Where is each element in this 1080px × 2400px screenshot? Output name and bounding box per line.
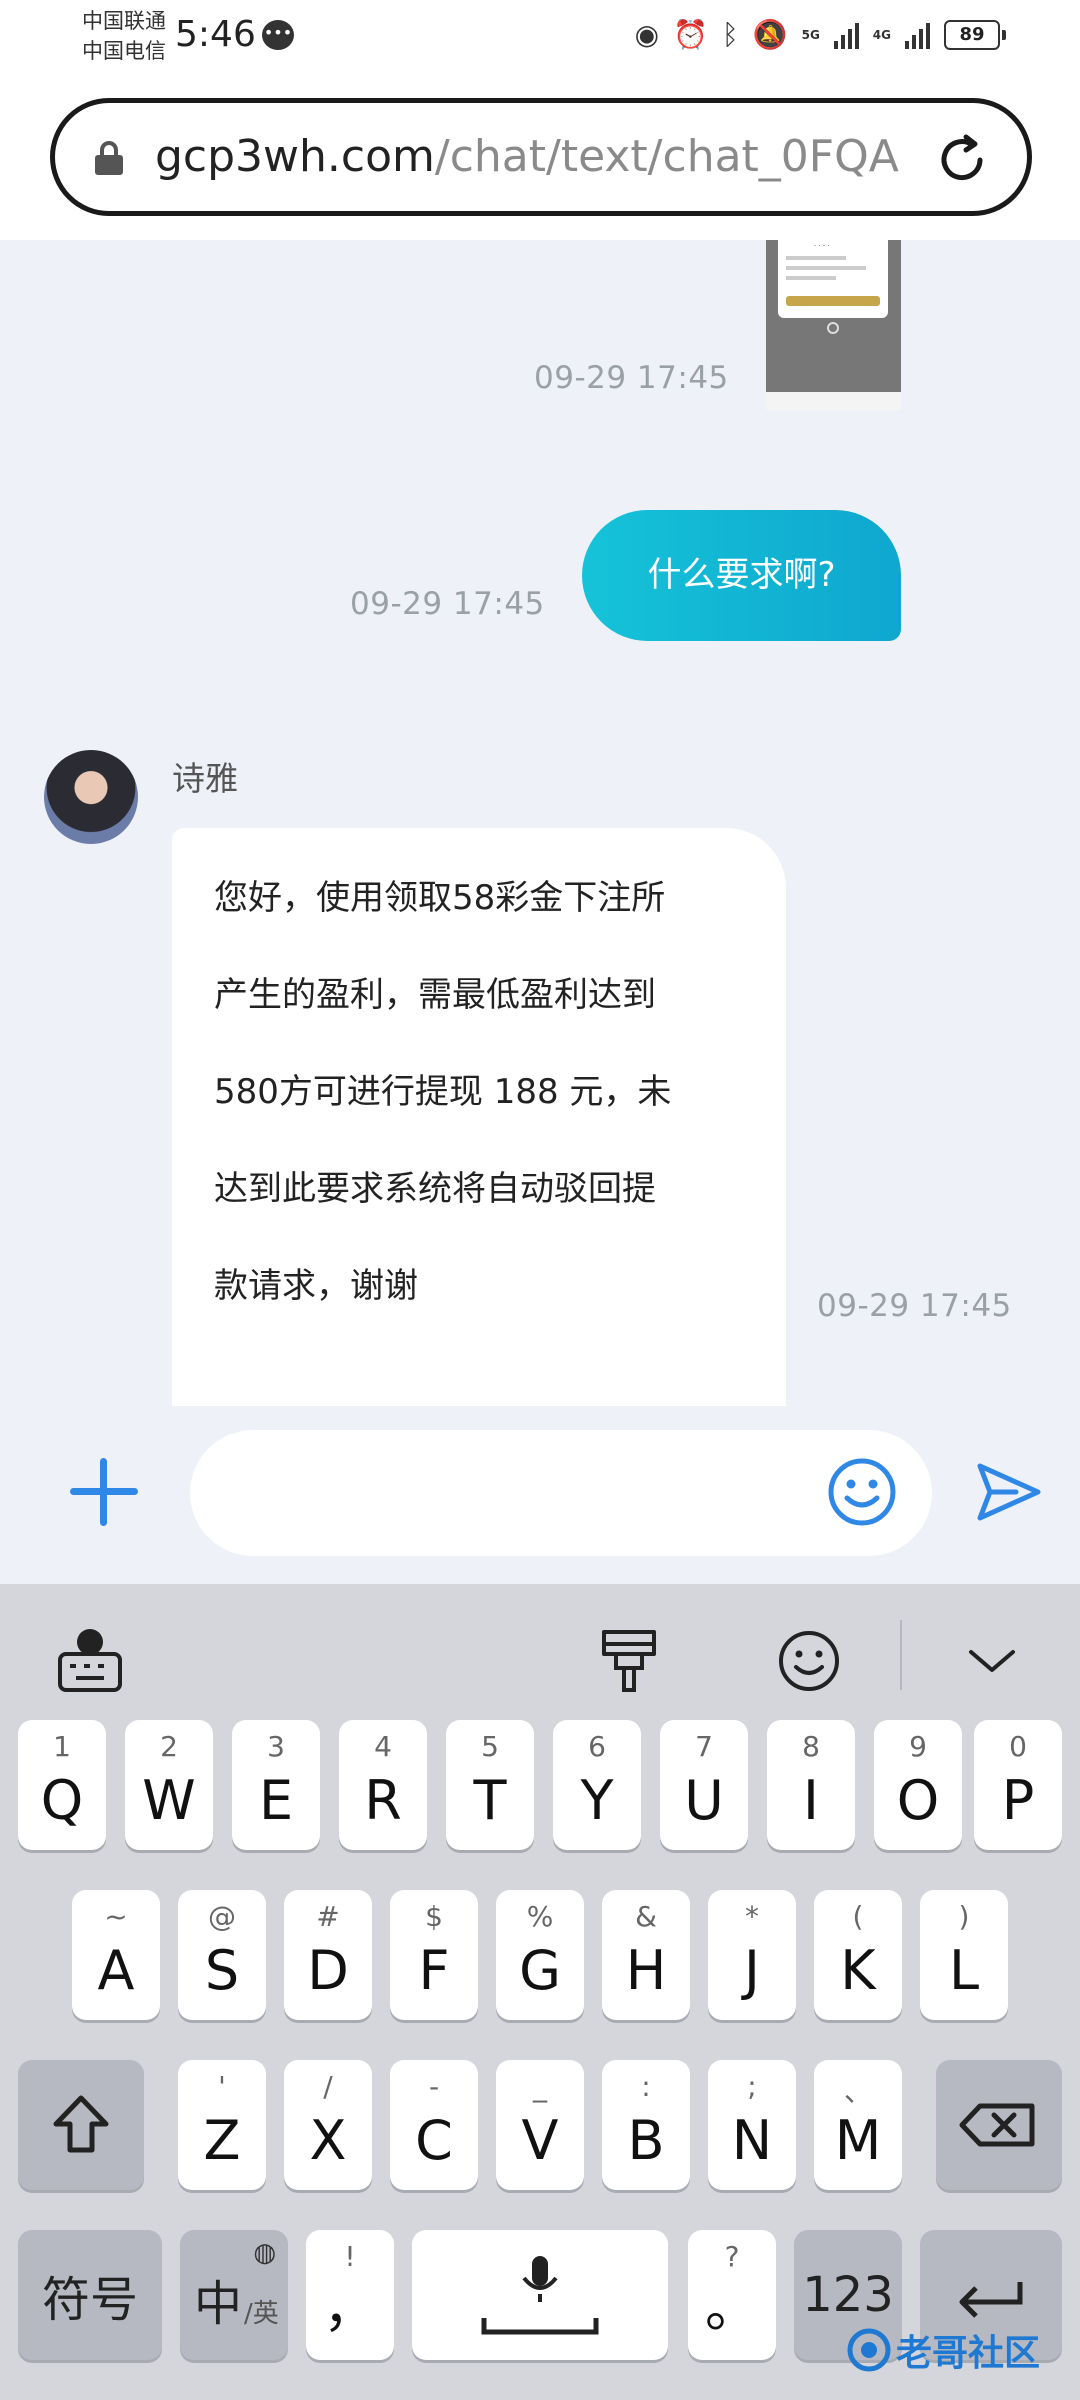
shift-key[interactable] bbox=[18, 2060, 144, 2190]
message-timestamp: 09-29 17:45 bbox=[817, 1288, 1012, 1324]
mute-bell-icon: 🔕 bbox=[752, 18, 788, 51]
avatar[interactable] bbox=[44, 750, 138, 844]
key-j[interactable]: * J bbox=[708, 1890, 796, 2020]
incoming-message-bubble[interactable]: 您好，使用领取58彩金下注所 产生的盈利，需最低盈利达到 580方可进行提现 1… bbox=[172, 828, 786, 1406]
browser-toolbar: gcp3wh.com/chat/text/chat_0FQA bbox=[0, 72, 1080, 240]
signal-bars-2-icon bbox=[905, 21, 930, 49]
key-r[interactable]: 4R bbox=[339, 1720, 427, 1850]
keyboard-language-icon[interactable] bbox=[54, 1624, 128, 1698]
language-switch-key[interactable]: ◍ 中 /英 bbox=[180, 2230, 288, 2360]
add-attachment-icon[interactable] bbox=[68, 1456, 140, 1528]
key-c[interactable]: -C bbox=[390, 2060, 478, 2190]
url-text[interactable]: gcp3wh.com/chat/text/chat_0FQA bbox=[155, 127, 945, 187]
status-bar: 中国联通 中国电信 5:46 ••• ◉ ⏰ ᛒ 🔕 5G 4G 89 bbox=[0, 0, 1080, 72]
key-a[interactable]: ~ A bbox=[72, 1890, 160, 2020]
eye-icon: ◉ bbox=[634, 18, 660, 51]
key-m[interactable]: 、 M bbox=[814, 2060, 902, 2190]
reload-icon[interactable] bbox=[933, 131, 991, 189]
signal-bars-1-icon bbox=[833, 21, 859, 49]
backspace-icon bbox=[959, 2103, 1035, 2147]
key-s[interactable]: @ S bbox=[178, 1890, 266, 2020]
globe-icon: ◍ bbox=[253, 2238, 276, 2268]
carrier-2: 中国电信 bbox=[82, 39, 166, 63]
key-z[interactable]: ' Z bbox=[178, 2060, 266, 2190]
key-v[interactable]: _ V bbox=[496, 2060, 584, 2190]
message-timestamp: 09-29 17:45 bbox=[534, 360, 729, 396]
key-t[interactable]: 5T bbox=[446, 1720, 534, 1850]
url-host: gcp3wh.com bbox=[155, 131, 435, 182]
url-path: /chat/text/chat_0FQA bbox=[434, 131, 899, 182]
key-f[interactable]: $ F bbox=[390, 1890, 478, 2020]
url-bar[interactable]: gcp3wh.com/chat/text/chat_0FQA bbox=[50, 98, 1032, 216]
key-p[interactable]: 0P bbox=[974, 1720, 1062, 1850]
message-line: 产生的盈利，需最低盈利达到 bbox=[214, 975, 656, 1015]
key-h[interactable]: & H bbox=[602, 1890, 690, 2020]
key-i[interactable]: 8I bbox=[767, 1720, 855, 1850]
microphone-icon bbox=[481, 2256, 599, 2335]
outgoing-message-bubble[interactable]: 什么要求啊? bbox=[582, 510, 901, 641]
message-line: 达到此要求系统将自动驳回提 bbox=[214, 1169, 656, 1209]
send-icon[interactable] bbox=[972, 1456, 1044, 1528]
key-w[interactable]: 2W bbox=[125, 1720, 213, 1850]
key-d[interactable]: # D bbox=[284, 1890, 372, 2020]
space-key[interactable] bbox=[412, 2230, 668, 2360]
key-b[interactable]: :B bbox=[602, 2060, 690, 2190]
message-line: 580方可进行提现 188 元，未 bbox=[214, 1072, 672, 1112]
hide-keyboard-icon[interactable] bbox=[955, 1624, 1029, 1698]
toolbar-divider bbox=[900, 1620, 902, 1690]
chat-area[interactable]: · · · · 09-29 17:45 什么要求啊? 09-29 17:45 诗… bbox=[0, 240, 1080, 1406]
watermark-logo-icon bbox=[847, 2328, 891, 2372]
signal-label-1: 5G bbox=[801, 28, 820, 42]
message-composer bbox=[0, 1406, 1080, 1584]
signal-label-2: 4G bbox=[872, 28, 891, 42]
emoji-icon[interactable] bbox=[826, 1456, 898, 1528]
bluetooth-icon: ᛒ bbox=[721, 18, 739, 51]
keyboard-emoji-icon[interactable] bbox=[772, 1624, 846, 1698]
key-e[interactable]: 3E bbox=[232, 1720, 320, 1850]
message-line: 您好，使用领取58彩金下注所 bbox=[214, 878, 666, 918]
key-k[interactable]: (K bbox=[814, 1890, 902, 2020]
image-message[interactable]: · · · · bbox=[766, 240, 901, 410]
message-timestamp: 09-29 17:45 bbox=[350, 586, 545, 622]
comma-key[interactable]: !， bbox=[306, 2230, 394, 2360]
status-icons: ◉ ⏰ ᛒ 🔕 5G 4G 89 bbox=[634, 18, 1006, 52]
image-thumbnail: · · · · bbox=[778, 240, 888, 318]
key-o[interactable]: 9O bbox=[874, 1720, 962, 1850]
carrier-1: 中国联通 bbox=[82, 9, 166, 33]
period-key[interactable]: ?。 bbox=[688, 2230, 776, 2360]
key-g[interactable]: % G bbox=[496, 1890, 584, 2020]
message-input[interactable] bbox=[190, 1430, 932, 1556]
status-time: 5:46 bbox=[175, 14, 256, 55]
key-y[interactable]: 6Y bbox=[553, 1720, 641, 1850]
key-x[interactable]: / X bbox=[284, 2060, 372, 2190]
message-notification-icon: ••• bbox=[262, 20, 294, 50]
backspace-key[interactable] bbox=[936, 2060, 1062, 2190]
keyboard: 1Q 2W 3E 4R 5T 6Y 7U 8I 9O 0P ~ A @ S # D $… bbox=[0, 1584, 1080, 2400]
key-q[interactable]: 1Q bbox=[18, 1720, 106, 1850]
symbols-key[interactable]: 符号 bbox=[18, 2230, 162, 2360]
keyboard-skin-icon[interactable] bbox=[592, 1624, 666, 1698]
key-l[interactable]: ) L bbox=[920, 1890, 1008, 2020]
shift-icon bbox=[53, 2095, 109, 2153]
message-line: 款请求，谢谢 bbox=[214, 1266, 418, 1306]
lock-icon bbox=[95, 141, 123, 175]
key-n[interactable]: ; N bbox=[708, 2060, 796, 2190]
watermark: 老哥社区 bbox=[846, 2324, 1040, 2376]
alarm-icon: ⏰ bbox=[673, 18, 708, 51]
sender-name: 诗雅 bbox=[172, 759, 238, 798]
key-u[interactable]: 7U bbox=[660, 1720, 748, 1850]
battery-icon: 89 bbox=[944, 20, 1006, 50]
